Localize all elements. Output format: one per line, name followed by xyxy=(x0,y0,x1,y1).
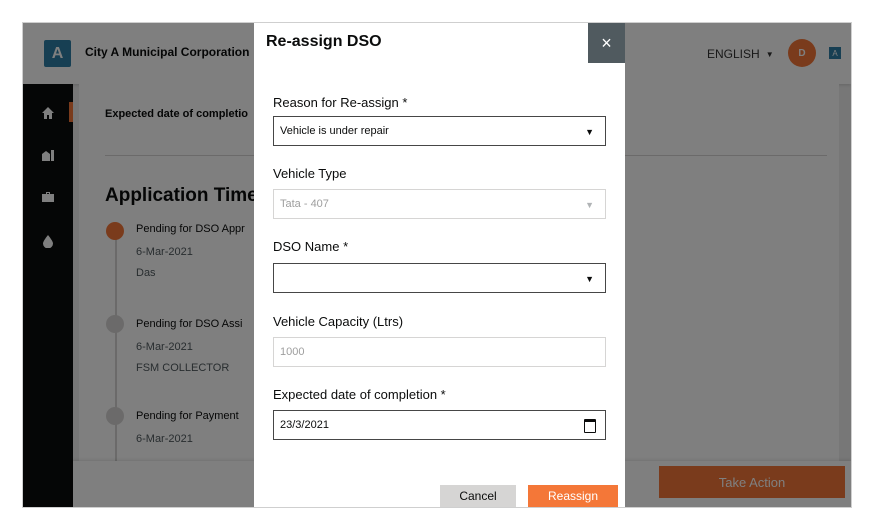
expected-date-field-label: Expected date of completion * xyxy=(273,387,446,402)
modal-title: Re-assign DSO xyxy=(266,33,382,50)
expected-date-value: 23/3/2021 xyxy=(280,419,329,431)
close-icon: × xyxy=(601,32,612,53)
reason-value: Vehicle is under repair xyxy=(280,125,389,137)
app-window: A City A Municipal Corporation ENGLISH▼ … xyxy=(22,22,852,508)
vehicle-type-label: Vehicle Type xyxy=(273,166,347,181)
calendar-icon[interactable] xyxy=(584,419,596,433)
reassign-button[interactable]: Reassign xyxy=(528,485,618,507)
vehicle-type-value: Tata - 407 xyxy=(280,198,329,210)
caret-down-icon: ▼ xyxy=(585,274,594,284)
expected-date-input[interactable]: 23/3/2021 xyxy=(273,410,606,440)
close-button[interactable]: × xyxy=(588,23,625,63)
reason-label: Reason for Re-assign * xyxy=(273,95,408,110)
capacity-value: 1000 xyxy=(280,346,305,358)
dso-name-dropdown[interactable]: ▼ xyxy=(273,263,606,293)
caret-down-icon: ▼ xyxy=(585,127,594,137)
capacity-input: 1000 xyxy=(273,337,606,367)
caret-down-icon: ▼ xyxy=(585,200,594,210)
capacity-label: Vehicle Capacity (Ltrs) xyxy=(273,314,404,329)
vehicle-type-dropdown: Tata - 407 ▼ xyxy=(273,189,606,219)
reason-dropdown[interactable]: Vehicle is under repair ▼ xyxy=(273,116,606,146)
reassign-dso-modal: Re-assign DSO × Reason for Re-assign * V… xyxy=(254,23,625,507)
dso-name-label: DSO Name * xyxy=(273,239,349,254)
cancel-button[interactable]: Cancel xyxy=(440,485,516,507)
